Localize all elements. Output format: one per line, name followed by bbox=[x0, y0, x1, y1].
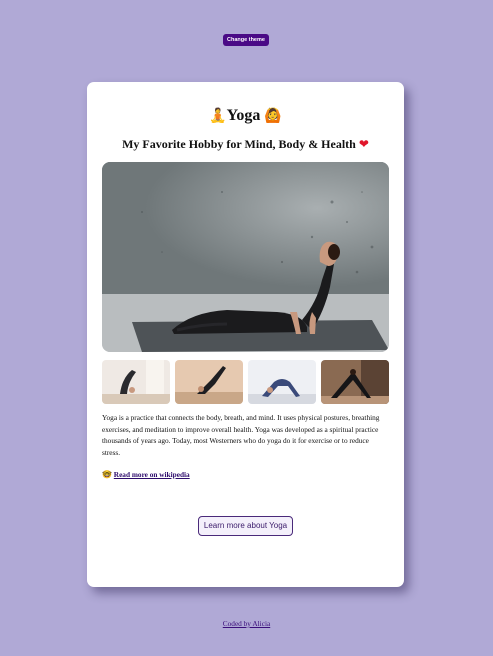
thumbnail-gallery bbox=[102, 360, 389, 404]
subtitle-text: My Favorite Hobby for Mind, Body & Healt… bbox=[122, 137, 356, 151]
learn-more-button[interactable]: Learn more about Yoga bbox=[198, 516, 293, 536]
page-subtitle: My Favorite Hobby for Mind, Body & Healt… bbox=[87, 136, 404, 152]
yoga-description: Yoga is a practice that connects the bod… bbox=[102, 413, 380, 457]
nerd-face-icon: 🤓 bbox=[102, 470, 112, 479]
gesture-emoji-icon: 🙆 bbox=[264, 108, 282, 124]
wiki-line: 🤓 Read more on wikipedia bbox=[102, 469, 190, 481]
meditation-emoji-icon: 🧘 bbox=[209, 108, 227, 124]
author-link[interactable]: Coded by Alicia bbox=[223, 619, 270, 628]
change-theme-button[interactable]: Change theme bbox=[223, 34, 269, 46]
footer: Coded by Alicia bbox=[0, 619, 493, 628]
heart-icon: ❤ bbox=[358, 137, 369, 151]
page-title: 🧘Yoga 🙆 bbox=[87, 106, 404, 126]
thumbnail-image[interactable] bbox=[321, 360, 389, 404]
title-text: Yoga bbox=[226, 107, 261, 124]
wikipedia-link[interactable]: Read more on wikipedia bbox=[114, 470, 190, 479]
thumbnail-image[interactable] bbox=[248, 360, 316, 404]
thumbnail-image[interactable] bbox=[175, 360, 243, 404]
thumbnail-image[interactable] bbox=[102, 360, 170, 404]
hero-yoga-image bbox=[102, 162, 389, 352]
content-card: 🧘Yoga 🙆 My Favorite Hobby for Mind, Body… bbox=[87, 82, 404, 587]
